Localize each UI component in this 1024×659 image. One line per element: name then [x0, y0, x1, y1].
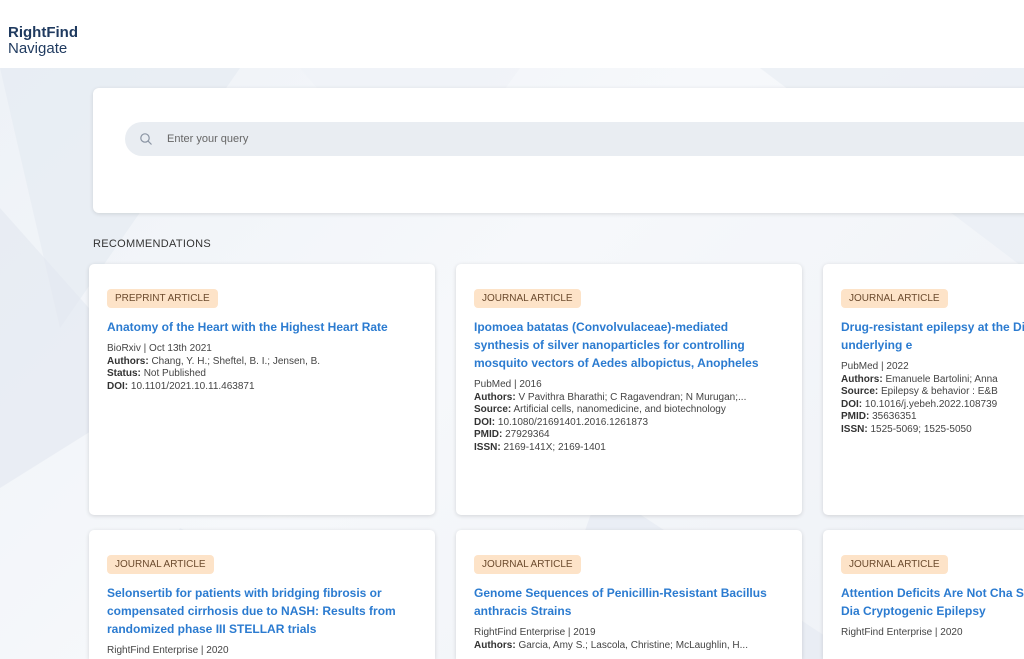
source-line: RightFind Enterprise | 2019 [474, 627, 596, 638]
search-box[interactable] [125, 122, 1024, 156]
issn-row: ISSN: 2169-141X; 2169-1401 [474, 442, 784, 455]
status-row: Status: Not Published [107, 368, 417, 381]
source-line: RightFind Enterprise | 2020 [107, 645, 229, 656]
article-title-link[interactable]: Anatomy of the Heart with the Highest He… [107, 318, 417, 336]
recommendation-card[interactable]: JOURNAL ARTICLE Ipomoea batatas (Convolv… [456, 264, 802, 515]
search-icon [140, 133, 152, 145]
authors-row: Authors: Emanuele Bartolini; Anna [841, 374, 1024, 387]
journal-source-row: Source: Artificial cells, nanomedicine, … [474, 404, 784, 417]
recommendation-card[interactable]: JOURNAL ARTICLE Selonsertib for patients… [89, 530, 435, 659]
authors-label: Authors: [841, 373, 883, 385]
status-value: Not Published [143, 368, 206, 379]
article-meta: RightFind Enterprise | 2019 Authors: Gar… [474, 627, 784, 652]
logo-line2: Navigate [8, 40, 68, 57]
doi-label: DOI: [107, 380, 129, 392]
source-line: PubMed | 2016 [474, 379, 542, 390]
article-meta: RightFind Enterprise | 2020 [107, 645, 417, 658]
authors-value: Emanuele Bartolini; Anna [885, 373, 998, 385]
logo-line1: RightFind [8, 24, 78, 41]
search-input[interactable] [165, 132, 769, 146]
article-title-link[interactable]: Selonsertib for patients with bridging f… [107, 584, 417, 638]
source-value: Artificial cells, nanomedicine, and biot… [513, 404, 726, 415]
authors-value: Garcia, Amy S.; Lascola, Christine; McLa… [518, 639, 748, 651]
doi-row: DOI: 10.1080/21691401.2016.1261873 [474, 417, 784, 430]
article-title-link[interactable]: Drug-resistant epilepsy at the Disentang… [841, 318, 1024, 354]
pmid-row: PMID: 35636351 [841, 411, 1024, 424]
article-type-badge: JOURNAL ARTICLE [841, 555, 948, 574]
doi-value: 10.1080/21691401.2016.1261873 [497, 416, 649, 428]
status-label: Status: [107, 368, 141, 379]
doi-label: DOI: [841, 398, 863, 410]
doi-row: DOI: 10.1016/j.yebeh.2022.108739 [841, 399, 1024, 412]
source-value: Epilepsy & behavior : E&B [881, 386, 998, 397]
source-label: Source: [841, 386, 879, 397]
top-bar: RightFind Navigate [0, 0, 1024, 69]
recommendation-card[interactable]: PREPRINT ARTICLE Anatomy of the Heart wi… [89, 264, 435, 515]
article-meta: RightFind Enterprise | 2020 [841, 627, 1024, 640]
pmid-label: PMID: [474, 429, 503, 440]
issn-label: ISSN: [474, 441, 501, 453]
pmid-value: 27929364 [505, 429, 550, 440]
issn-value: 2169-141X; 2169-1401 [503, 441, 606, 453]
doi-value: 10.1016/j.yebeh.2022.108739 [864, 398, 998, 410]
article-meta: PubMed | 2022 Authors: Emanuele Bartolin… [841, 361, 1024, 436]
source-line: RightFind Enterprise | 2020 [841, 627, 963, 638]
recommendations-heading: RECOMMENDATIONS [93, 238, 211, 250]
source-line: PubMed | 2022 [841, 361, 909, 372]
authors-row: Authors: Chang, Y. H.; Sheftel, B. I.; J… [107, 356, 417, 369]
doi-label: DOI: [474, 416, 496, 428]
article-type-badge: JOURNAL ARTICLE [107, 555, 214, 574]
authors-label: Authors: [107, 355, 149, 367]
article-meta: PubMed | 2016 Authors: V Pavithra Bharat… [474, 379, 784, 454]
authors-value: V Pavithra Bharathi; C Ragavendran; N Mu… [518, 391, 747, 403]
article-title-link[interactable]: Attention Deficits Are Not Cha Schoolchi… [841, 584, 1024, 620]
article-type-badge: JOURNAL ARTICLE [474, 555, 581, 574]
pmid-label: PMID: [841, 411, 870, 422]
authors-label: Authors: [474, 391, 516, 403]
pmid-value: 35636351 [872, 411, 917, 422]
authors-row: Authors: Garcia, Amy S.; Lascola, Christ… [474, 640, 784, 653]
article-title-link[interactable]: Ipomoea batatas (Convolvulaceae)-mediate… [474, 318, 784, 372]
issn-value: 1525-5069; 1525-5050 [870, 423, 972, 435]
source-label: Source: [474, 404, 512, 415]
article-title-link[interactable]: Genome Sequences of Penicillin-Resistant… [474, 584, 784, 620]
article-type-badge: JOURNAL ARTICLE [841, 289, 948, 308]
journal-source-row: Source: Epilepsy & behavior : E&B [841, 386, 1024, 399]
search-panel [93, 88, 1024, 213]
issn-row: ISSN: 1525-5069; 1525-5050 [841, 424, 1024, 437]
authors-row: Authors: V Pavithra Bharathi; C Ragavend… [474, 392, 784, 405]
pmid-row: PMID: 27929364 [474, 429, 784, 442]
authors-label: Authors: [474, 639, 516, 651]
doi-row: DOI: 10.1101/2021.10.11.463871 [107, 381, 417, 394]
article-meta: BioRxiv | Oct 13th 2021 Authors: Chang, … [107, 343, 417, 393]
issn-label: ISSN: [841, 423, 868, 435]
authors-value: Chang, Y. H.; Sheftel, B. I.; Jensen, B. [151, 355, 321, 367]
source-line: BioRxiv | Oct 13th 2021 [107, 343, 212, 354]
recommendation-card[interactable]: JOURNAL ARTICLE Attention Deficits Are N… [823, 530, 1024, 659]
doi-value: 10.1101/2021.10.11.463871 [130, 380, 255, 392]
recommendation-card[interactable]: JOURNAL ARTICLE Genome Sequences of Peni… [456, 530, 802, 659]
article-type-badge: PREPRINT ARTICLE [107, 289, 218, 308]
app-logo[interactable]: RightFind Navigate [8, 25, 78, 57]
recommendation-card[interactable]: JOURNAL ARTICLE Drug-resistant epilepsy … [823, 264, 1024, 515]
article-type-badge: JOURNAL ARTICLE [474, 289, 581, 308]
